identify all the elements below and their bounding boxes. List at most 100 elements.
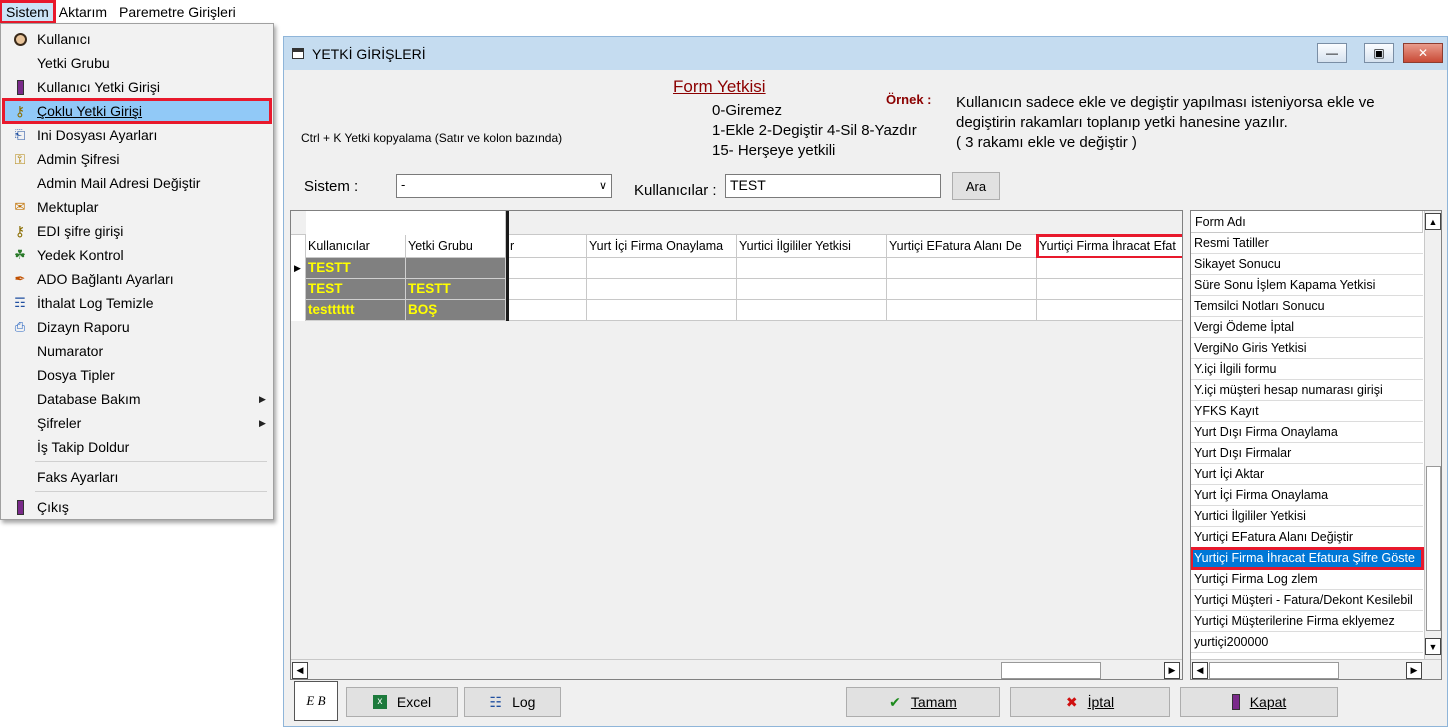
list-item[interactable]: Yurt İçi Firma Onaylama — [1191, 485, 1423, 506]
list-item[interactable]: Yurtiçi Müşteri - Fatura/Dekont Kesilebi… — [1191, 590, 1423, 611]
list-item[interactable]: Yurt Dışı Firmalar — [1191, 443, 1423, 464]
scroll-thumb[interactable] — [1426, 466, 1441, 631]
grid-cell[interactable] — [1037, 300, 1182, 321]
menu-item-admin-mail[interactable]: Admin Mail Adresi Değiştir — [3, 171, 271, 195]
list-item[interactable]: Yurtiçi EFatura Alanı Değiştir — [1191, 527, 1423, 548]
minimize-button[interactable]: — — [1317, 43, 1347, 63]
menu-sistem[interactable]: Sistem — [0, 0, 56, 24]
menu-item-sifreler[interactable]: Şifreler ▶ — [3, 411, 271, 435]
grid-header-kullanicilar[interactable]: Kullanıcılar — [306, 235, 406, 258]
door-exit-icon — [1231, 694, 1240, 710]
list-item[interactable]: yurtiçi200000 — [1191, 632, 1423, 653]
grid-cell[interactable] — [737, 258, 887, 279]
grid-cell[interactable] — [887, 258, 1037, 279]
menu-item-numarator[interactable]: Numarator — [3, 339, 271, 363]
log-button[interactable]: ☷ Log — [464, 687, 561, 717]
scroll-left-icon[interactable]: ◀ — [292, 662, 308, 679]
list-item[interactable]: Y.içi müşteri hesap numarası girişi — [1191, 380, 1423, 401]
grid-cell[interactable]: TEST — [306, 279, 406, 300]
menu-item-faks-ayarlari[interactable]: Faks Ayarları — [3, 465, 271, 489]
menu-item-coklu-yetki-girisi[interactable]: ⚷ Çoklu Yetki Girişi — [2, 98, 272, 124]
list-horizontal-scrollbar[interactable]: ◀ ▶ — [1191, 659, 1441, 679]
menu-aktarim[interactable]: Aktarım — [55, 1, 113, 23]
menu-item-kullanici[interactable]: Kullanıcı — [3, 27, 271, 51]
window-titlebar[interactable]: YETKİ GİRİŞLERİ — ▣ ✕ — [284, 37, 1447, 70]
grid-cell[interactable] — [508, 300, 587, 321]
grid-cell[interactable] — [587, 279, 737, 300]
eb-logo-button[interactable]: E B — [294, 681, 338, 721]
menu-item-dosya-tipler[interactable]: Dosya Tipler — [3, 363, 271, 387]
scroll-thumb[interactable] — [1001, 662, 1101, 679]
close-button[interactable]: ✕ — [1403, 43, 1443, 63]
menu-item-edi-sifre[interactable]: ⚷ EDI şifre girişi — [3, 219, 271, 243]
kullanicilar-input[interactable]: TEST — [725, 174, 941, 198]
grid-cell[interactable] — [737, 300, 887, 321]
tamam-button[interactable]: ✔ Tamam — [846, 687, 1000, 717]
menu-item-admin-sifresi[interactable]: ⚿ Admin Şifresi — [3, 147, 271, 171]
menu-item-yetki-grubu[interactable]: Yetki Grubu — [3, 51, 271, 75]
kapat-button[interactable]: Kapat — [1180, 687, 1338, 717]
scroll-right-icon[interactable]: ▶ — [1406, 662, 1422, 679]
scroll-up-icon[interactable]: ▲ — [1425, 213, 1441, 230]
grid-cell[interactable]: testttttt — [306, 300, 406, 321]
menu-item-yedek-kontrol[interactable]: ☘ Yedek Kontrol — [3, 243, 271, 267]
menu-item-label: Çoklu Yetki Girişi — [37, 103, 143, 119]
menu-item-ini-dosyasi-ayarlari[interactable]: ⎗ Ini Dosyası Ayarları — [3, 123, 271, 147]
menu-parametre-girisleri[interactable]: Paremetre Girişleri — [113, 1, 242, 23]
grid-cell[interactable] — [587, 300, 737, 321]
grid-cell[interactable] — [1037, 279, 1182, 300]
menu-item-is-takip-doldur[interactable]: İş Takip Doldur — [3, 435, 271, 459]
menu-item-mektuplar[interactable]: ✉ Mektuplar — [3, 195, 271, 219]
form-list-header[interactable]: Form Adı — [1191, 211, 1423, 233]
list-vertical-scrollbar[interactable]: ▲ ▼ — [1424, 211, 1441, 659]
grid-cell[interactable] — [587, 258, 737, 279]
scroll-left-icon[interactable]: ◀ — [1192, 662, 1208, 679]
iptal-button[interactable]: ✖ İptal — [1010, 687, 1170, 717]
grid-cell[interactable] — [887, 279, 1037, 300]
grid-cell[interactable]: TESTT — [306, 258, 406, 279]
grid-header-partial[interactable]: r — [508, 235, 587, 258]
list-item[interactable]: VergiNo Giris Yetkisi — [1191, 338, 1423, 359]
grid-cell[interactable] — [406, 258, 506, 279]
grid-cell[interactable] — [887, 300, 1037, 321]
list-item-selected[interactable]: Yurtiçi Firma İhracat Efatura Şifre Göst… — [1191, 547, 1424, 570]
menu-item-kullanici-yetki-girisi[interactable]: Kullanıcı Yetki Girişi — [3, 75, 271, 99]
grid-horizontal-scrollbar[interactable]: ◀ ▶ — [291, 659, 1182, 679]
grid-header-yurtici-ilgililer-yetkisi[interactable]: Yurtici İlgililer Yetkisi — [737, 235, 887, 258]
list-item[interactable]: Resmi Tatiller — [1191, 233, 1423, 254]
menu-item-ado-baglanti[interactable]: ✒ ADO Bağlantı Ayarları — [3, 267, 271, 291]
grid-cell[interactable] — [508, 258, 587, 279]
list-item[interactable]: Temsilci Notları Sonucu — [1191, 296, 1423, 317]
maximize-button[interactable]: ▣ — [1364, 43, 1394, 63]
grid-cell[interactable]: TESTT — [406, 279, 506, 300]
scroll-thumb[interactable] — [1209, 662, 1339, 679]
grid-header-yetki-grubu[interactable]: Yetki Grubu — [406, 235, 506, 258]
list-item[interactable]: Yurtiçi Firma Log zlem — [1191, 569, 1423, 590]
list-item[interactable]: Sikayet Sonucu — [1191, 254, 1423, 275]
list-item[interactable]: Y.içi İlgili formu — [1191, 359, 1423, 380]
list-item[interactable]: YFKS Kayıt — [1191, 401, 1423, 422]
grid-cell[interactable] — [737, 279, 887, 300]
list-item[interactable]: Yurtiçi Müşterilerine Firma eklyemez — [1191, 611, 1423, 632]
grid-header-yurtici-firma-ihracat[interactable]: Yurtiçi Firma İhracat Efat — [1036, 234, 1182, 259]
scroll-down-icon[interactable]: ▼ — [1425, 638, 1441, 655]
sistem-dropdown-menu: Kullanıcı Yetki Grubu Kullanıcı Yetki Gi… — [0, 23, 274, 520]
list-item[interactable]: Yurt İçi Aktar — [1191, 464, 1423, 485]
grid-cell[interactable]: BOŞ — [406, 300, 506, 321]
scroll-right-icon[interactable]: ▶ — [1164, 662, 1180, 679]
sistem-combobox[interactable]: - ∨ — [396, 174, 612, 198]
grid-header-yurt-ici-firma-onaylama[interactable]: Yurt İçi Firma Onaylama — [587, 235, 737, 258]
menu-item-ithalat-log[interactable]: ☶ İthalat Log Temizle — [3, 291, 271, 315]
list-item[interactable]: Yurtici İlgililer Yetkisi — [1191, 506, 1423, 527]
list-item[interactable]: Süre Sonu İşlem Kapama Yetkisi — [1191, 275, 1423, 296]
grid-cell[interactable] — [1037, 258, 1182, 279]
ara-button[interactable]: Ara — [952, 172, 1000, 200]
grid-header-yurtici-efatura[interactable]: Yurtiçi EFatura Alanı De — [887, 235, 1037, 258]
grid-cell[interactable] — [508, 279, 587, 300]
menu-item-cikis[interactable]: Çıkış — [3, 495, 271, 519]
list-item[interactable]: Vergi Ödeme İptal — [1191, 317, 1423, 338]
menu-item-dizayn-raporu[interactable]: ⎙ Dizayn Raporu — [3, 315, 271, 339]
excel-button[interactable]: x Excel — [346, 687, 458, 717]
menu-item-database-bakim[interactable]: Database Bakım ▶ — [3, 387, 271, 411]
list-item[interactable]: Yurt Dışı Firma Onaylama — [1191, 422, 1423, 443]
